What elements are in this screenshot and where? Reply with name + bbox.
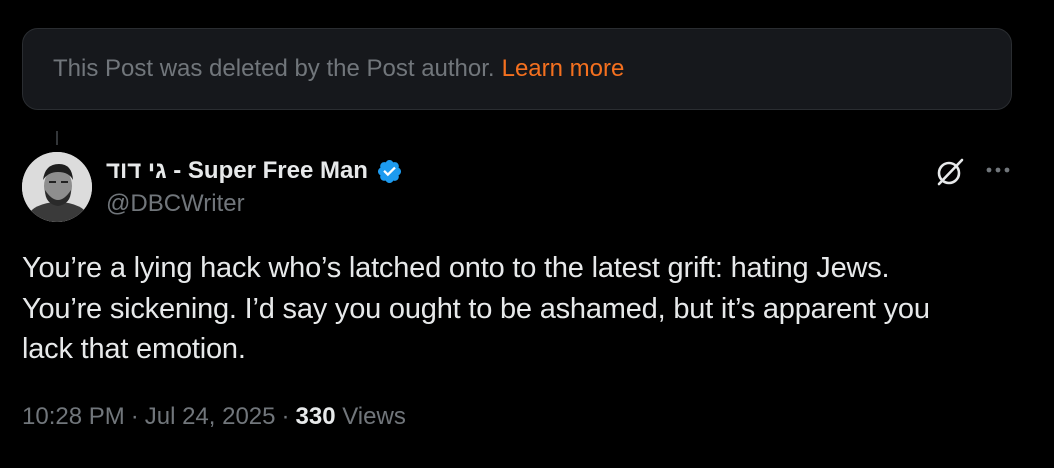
post-text-line: lack that emotion. <box>22 333 246 365</box>
post-meta: 10:28 PM · Jul 24, 2025 · 330 Views <box>22 403 406 431</box>
post-text-line: You’re sickening. I’d say you ought to b… <box>22 292 930 325</box>
learn-more-link[interactable]: Learn more <box>502 55 625 83</box>
deleted-post-notice: This Post was deleted by the Post author… <box>22 28 1012 110</box>
post-time[interactable]: 10:28 PM <box>22 403 125 431</box>
post-date[interactable]: Jul 24, 2025 <box>145 403 276 431</box>
meta-separator: · <box>281 403 290 430</box>
deleted-notice-text: This Post was deleted by the Post author… <box>53 55 495 82</box>
meta-separator: · <box>130 403 139 430</box>
grok-icon[interactable] <box>934 156 966 188</box>
more-options-icon[interactable] <box>984 156 1012 184</box>
thread-connector-line <box>56 131 58 145</box>
author-handle[interactable]: @DBCWriter <box>106 190 245 218</box>
author-name[interactable]: גי דוד - Super Free Man <box>106 157 368 185</box>
verified-badge-icon[interactable] <box>376 158 403 185</box>
author-name-row: גי דוד - Super Free Man <box>106 155 403 187</box>
views-label: Views <box>342 403 406 430</box>
post-text-line: You’re a lying hack who’s latched onto t… <box>22 252 890 284</box>
post-text: You’re a lying hack who’s latched onto t… <box>22 248 1032 370</box>
avatar[interactable] <box>22 152 92 222</box>
views-count: 330 <box>295 403 336 430</box>
avatar-image <box>22 152 92 222</box>
